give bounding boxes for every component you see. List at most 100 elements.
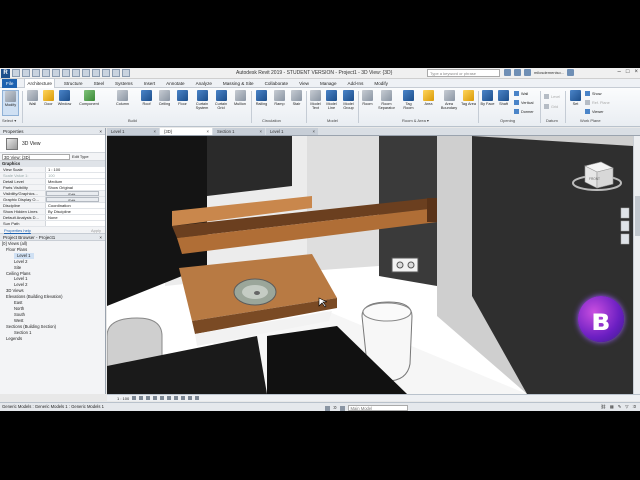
- crop-view-icon[interactable]: [167, 396, 172, 400]
- vertical-scrollbar[interactable]: [633, 136, 640, 394]
- property-value[interactable]: Show Original: [46, 185, 105, 190]
- tab-level-1[interactable]: Level 1 ×: [107, 128, 159, 135]
- show-crop-icon[interactable]: [174, 396, 179, 400]
- help-icon[interactable]: [567, 69, 575, 76]
- steering-wheel-icon[interactable]: [620, 207, 630, 219]
- area-button[interactable]: Area: [421, 90, 436, 106]
- open-icon[interactable]: [12, 69, 20, 77]
- model-text-button[interactable]: Model Text: [308, 90, 323, 110]
- section-icon[interactable]: [92, 69, 100, 77]
- tab-view[interactable]: View: [297, 79, 311, 88]
- view-scale[interactable]: 1 : 100: [117, 396, 129, 401]
- minimize-icon[interactable]: –: [618, 69, 621, 75]
- select-underlay-icon[interactable]: ▦: [610, 403, 614, 411]
- wall-button[interactable]: Wall: [25, 90, 40, 106]
- mullion-button[interactable]: Mullion: [231, 90, 249, 106]
- roof-button[interactable]: Roof: [139, 90, 154, 106]
- room-separator-button[interactable]: Room Separator: [377, 90, 396, 110]
- ramp-button[interactable]: Ramp: [272, 90, 287, 106]
- select-dropdown[interactable]: Select ▾: [2, 118, 16, 123]
- tab-modify[interactable]: Modify: [372, 79, 390, 88]
- scrollbar-thumb[interactable]: [635, 196, 640, 236]
- property-value[interactable]: By Discipline: [46, 209, 105, 214]
- redo-icon[interactable]: [42, 69, 50, 77]
- print-icon[interactable]: [52, 69, 60, 77]
- property-value[interactable]: None: [46, 215, 105, 220]
- edit-type-button[interactable]: Edit Type: [72, 154, 89, 159]
- tab-collaborate[interactable]: Collaborate: [263, 79, 291, 88]
- level-button[interactable]: Level: [544, 94, 560, 99]
- close-hidden-icon[interactable]: [112, 69, 120, 77]
- properties-help-link[interactable]: Properties help: [4, 227, 31, 233]
- switch-windows-icon[interactable]: [122, 69, 130, 77]
- thin-lines-icon[interactable]: [102, 69, 110, 77]
- tab-file[interactable]: File: [2, 78, 18, 88]
- area-boundary-button[interactable]: Area Boundary: [440, 90, 458, 110]
- detail-level-icon[interactable]: [132, 396, 137, 400]
- viewer-button[interactable]: Viewer: [585, 109, 604, 114]
- ref-plane-button[interactable]: Ref. Plane: [585, 100, 610, 105]
- filter-icon[interactable]: ▽: [625, 403, 628, 411]
- column-button[interactable]: Column: [115, 90, 130, 106]
- view-selector-dropdown[interactable]: 3D View: {3D}: [2, 153, 70, 160]
- tab-insert[interactable]: Insert: [142, 79, 158, 88]
- room-button[interactable]: Room: [360, 90, 375, 106]
- close-icon[interactable]: ×: [313, 128, 315, 135]
- shadows-icon[interactable]: [153, 396, 158, 400]
- select-pinned-icon[interactable]: ✎: [618, 403, 622, 411]
- close-icon[interactable]: ×: [99, 128, 102, 135]
- tab-systems[interactable]: Systems: [113, 79, 135, 88]
- ceiling-button[interactable]: Ceiling: [157, 90, 172, 106]
- search-input[interactable]: Type a keyword or phrase: [427, 69, 500, 77]
- vertical-opening-button[interactable]: Vertical: [514, 100, 533, 105]
- close-icon[interactable]: ×: [154, 128, 156, 135]
- group-room-area[interactable]: Room & Area ▾: [402, 118, 429, 123]
- undo-icon[interactable]: [32, 69, 40, 77]
- revit-logo-icon[interactable]: R: [1, 69, 10, 78]
- pan-icon[interactable]: [620, 233, 630, 245]
- tag-area-button[interactable]: Tag Area: [461, 90, 476, 106]
- visual-style-icon[interactable]: [139, 396, 144, 400]
- active-model-dropdown[interactable]: Main Model: [347, 405, 408, 411]
- model-group-button[interactable]: Model Group: [341, 90, 356, 110]
- worksets-icon[interactable]: [325, 405, 330, 411]
- tab-architecture[interactable]: Architecture: [24, 78, 55, 88]
- component-button[interactable]: Component: [79, 90, 99, 106]
- property-value[interactable]: Medium: [46, 179, 105, 184]
- tab-section-1[interactable]: Section 1 ×: [213, 128, 265, 135]
- text-icon[interactable]: [72, 69, 80, 77]
- temp-hide-icon[interactable]: [188, 396, 193, 400]
- set-work-plane-button[interactable]: Set: [568, 90, 583, 106]
- by-face-button[interactable]: By Face: [480, 90, 495, 106]
- grid-button[interactable]: Grid: [544, 104, 558, 109]
- window-button[interactable]: Window: [57, 90, 72, 106]
- tab-3d[interactable]: {3D} ×: [160, 128, 212, 135]
- floor-button[interactable]: Floor: [175, 90, 190, 106]
- curtain-system-button[interactable]: Curtain System: [193, 90, 211, 110]
- dormer-button[interactable]: Dormer: [514, 109, 534, 114]
- tab-level-1b[interactable]: Level 1 ×: [266, 128, 318, 135]
- property-value[interactable]: Coordination: [46, 203, 105, 208]
- curtain-grid-button[interactable]: Curtain Grid: [212, 90, 230, 110]
- tab-massing[interactable]: Massing & Site: [221, 79, 256, 88]
- type-selector[interactable]: 3D View: [0, 135, 105, 153]
- subscription-icon[interactable]: [514, 69, 521, 76]
- tab-annotate[interactable]: Annotate: [164, 79, 186, 88]
- apply-button[interactable]: Apply: [91, 227, 101, 233]
- tag-room-button[interactable]: Tag Room: [401, 90, 416, 110]
- search-icon[interactable]: [504, 69, 511, 76]
- close-icon[interactable]: ×: [207, 128, 209, 135]
- tab-manage[interactable]: Manage: [318, 79, 339, 88]
- tab-structure[interactable]: Structure: [62, 79, 85, 88]
- render-icon[interactable]: [160, 396, 165, 400]
- close-icon[interactable]: ×: [634, 69, 638, 75]
- user-icon[interactable]: [524, 69, 531, 76]
- shaft-button[interactable]: Shaft: [496, 90, 511, 106]
- username[interactable]: milosdemeniso...: [534, 70, 564, 75]
- browser-item[interactable]: Legends: [0, 336, 105, 342]
- tab-steel[interactable]: Steel: [92, 79, 106, 88]
- property-value[interactable]: [46, 221, 105, 226]
- save-icon[interactable]: [22, 69, 30, 77]
- lock-view-icon[interactable]: [181, 396, 186, 400]
- select-links-icon[interactable]: ⛓: [600, 403, 605, 411]
